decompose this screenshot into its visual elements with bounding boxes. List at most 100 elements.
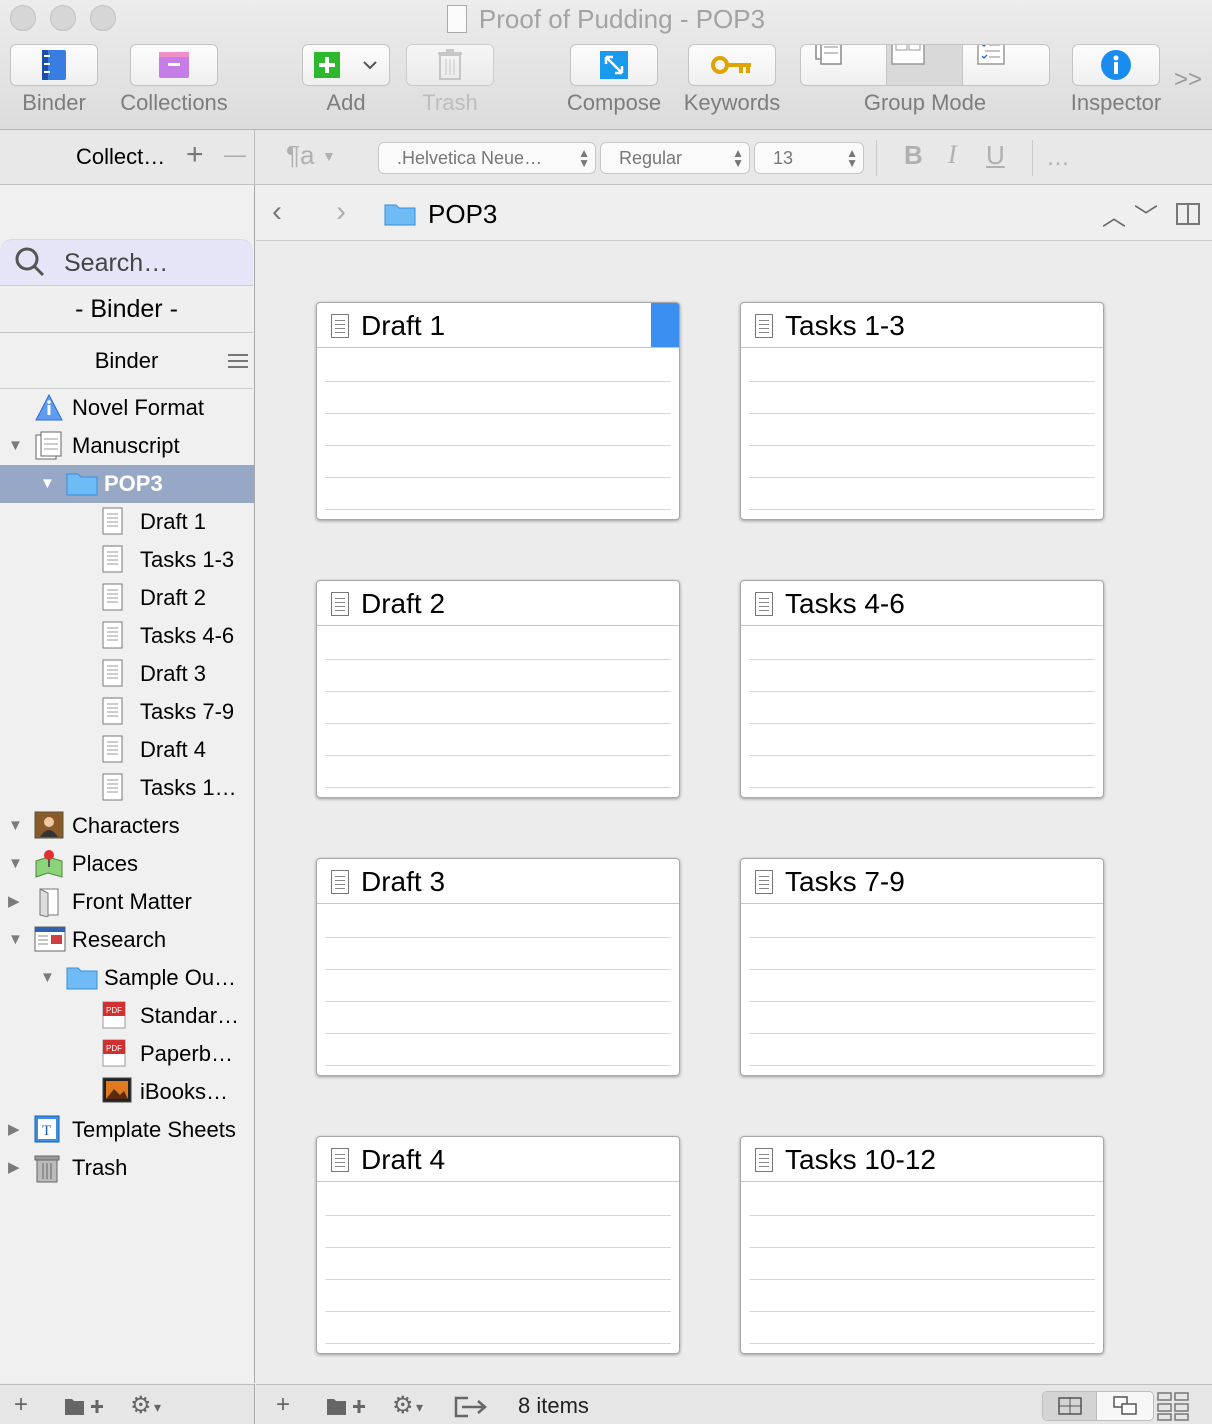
toolbar-overflow-button[interactable]: >> — [1174, 66, 1202, 94]
binder-item[interactable]: ▼ Characters — [0, 807, 254, 845]
card-size-icon[interactable] — [1156, 1391, 1190, 1421]
binder-item[interactable]: Tasks 7-9 — [0, 693, 254, 731]
card-title[interactable]: Tasks 10-12 — [741, 1137, 1103, 1182]
font-size-select[interactable]: 13 ▲ ▼ — [754, 142, 864, 174]
svg-text:PDF: PDF — [106, 1044, 122, 1053]
chevron-up-icon[interactable]: ︿ — [1102, 197, 1126, 232]
binder-button[interactable] — [10, 44, 98, 86]
card-title[interactable]: Draft 2 — [317, 581, 679, 626]
index-card[interactable]: Draft 2 — [316, 580, 680, 798]
binder-item[interactable]: ▼ Places — [0, 845, 254, 883]
trash-button[interactable] — [406, 44, 494, 86]
binder-item[interactable]: ▼ POP3 — [0, 465, 254, 503]
chevron-down-icon[interactable]: ﹀ — [1134, 197, 1158, 232]
binder-item[interactable]: Draft 1 — [0, 503, 254, 541]
binder-item[interactable]: ▶ Front Matter — [0, 883, 254, 921]
compose-button[interactable] — [570, 44, 658, 86]
card-title[interactable]: Tasks 1-3 — [741, 303, 1103, 348]
font-family-select[interactable]: .Helvetica Neue… ▲ ▼ — [378, 142, 596, 174]
chevron-down-icon: ▾ — [154, 1399, 162, 1415]
freeform-view-button[interactable] — [1098, 1392, 1153, 1420]
index-card[interactable]: Tasks 1-3 — [740, 302, 1104, 520]
disclosure-expanded-icon[interactable]: ▼ — [40, 959, 55, 997]
bold-button[interactable]: B — [904, 140, 923, 171]
trash-label: Trash — [422, 90, 478, 115]
keywords-button[interactable] — [688, 44, 776, 86]
index-card[interactable]: Draft 4 — [316, 1136, 680, 1354]
disclosure-expanded-icon[interactable]: ▼ — [8, 921, 23, 959]
group-mode-scrivenings-button[interactable] — [801, 45, 887, 85]
card-rule — [749, 787, 1095, 788]
underline-button[interactable]: U — [986, 140, 1005, 171]
add-card-button[interactable]: + — [276, 1391, 290, 1419]
card-title[interactable]: Tasks 7-9 — [741, 859, 1103, 904]
index-card[interactable]: Draft 3 — [316, 858, 680, 1076]
grid-view-button[interactable] — [1043, 1392, 1097, 1420]
disclosure-expanded-icon[interactable]: ▼ — [40, 465, 55, 503]
menu-icon[interactable] — [228, 353, 248, 369]
add-folder-icon[interactable] — [326, 1395, 366, 1417]
binder-item[interactable]: ▶ T Template Sheets — [0, 1111, 254, 1149]
binder-item[interactable]: Tasks 4-6 — [0, 617, 254, 655]
index-card[interactable]: Tasks 4-6 — [740, 580, 1104, 798]
add-folder-icon[interactable] — [64, 1395, 104, 1417]
add-button[interactable] — [302, 44, 390, 86]
binder-item[interactable]: Tasks 1… — [0, 769, 254, 807]
inspector-button[interactable] — [1072, 44, 1160, 86]
disclosure-collapsed-icon[interactable]: ▶ — [8, 1149, 20, 1187]
card-rule — [325, 755, 671, 756]
group-mode-outliner-button[interactable] — [963, 45, 1049, 85]
binder-item[interactable]: iBooks… — [0, 1073, 254, 1111]
binder-item[interactable]: Novel Format — [0, 389, 254, 427]
binder-item[interactable]: PDF Paperb… — [0, 1035, 254, 1073]
card-rule — [749, 937, 1095, 938]
binder-item[interactable]: Draft 3 — [0, 655, 254, 693]
remove-collection-button[interactable]: — — [224, 142, 246, 168]
binder-search-field[interactable]: Search… — [0, 239, 253, 285]
card-rule — [749, 969, 1095, 970]
card-rule — [325, 937, 671, 938]
index-card[interactable]: Tasks 10-12 — [740, 1136, 1104, 1354]
binder-item[interactable]: Draft 2 — [0, 579, 254, 617]
binder-item-label: Manuscript — [72, 433, 180, 458]
italic-button[interactable]: I — [948, 140, 957, 170]
disclosure-expanded-icon[interactable]: ▼ — [8, 427, 23, 465]
paragraph-style-button[interactable]: ¶a — [286, 140, 314, 171]
binder-item-label: Front Matter — [72, 889, 192, 914]
binder-icon — [42, 50, 66, 80]
binder-item[interactable]: PDF Standar… — [0, 997, 254, 1035]
index-card[interactable]: Tasks 7-9 — [740, 858, 1104, 1076]
group-mode-corkboard-button[interactable] — [887, 45, 963, 85]
back-button[interactable]: ‹ — [272, 195, 282, 229]
card-rule — [325, 413, 671, 414]
card-title[interactable]: Draft 4 — [317, 1137, 679, 1182]
disclosure-collapsed-icon[interactable]: ▶ — [8, 883, 20, 921]
card-rule — [325, 969, 671, 970]
binder-item[interactable]: ▼ Research — [0, 921, 254, 959]
collections-tab[interactable]: Collect… — [76, 144, 165, 170]
disclosure-collapsed-icon[interactable]: ▶ — [8, 1111, 20, 1149]
collections-button[interactable] — [130, 44, 218, 86]
forward-button[interactable]: › — [336, 195, 346, 229]
card-title[interactable]: Draft 3 — [317, 859, 679, 904]
binder-item[interactable]: Draft 4 — [0, 731, 254, 769]
binder-item[interactable]: ▼ Manuscript — [0, 427, 254, 465]
document-icon — [755, 870, 773, 894]
more-format-button[interactable]: … — [1046, 144, 1070, 172]
add-collection-button[interactable]: + — [186, 138, 204, 172]
binder-item[interactable]: ▼ Sample Ou… — [0, 959, 254, 997]
add-item-button[interactable]: + — [14, 1391, 28, 1419]
binder-item[interactable]: Tasks 1-3 — [0, 541, 254, 579]
gear-icon[interactable]: ⚙ — [130, 1391, 152, 1420]
export-icon[interactable] — [454, 1395, 488, 1419]
binder-item[interactable]: ▶ Trash — [0, 1149, 254, 1187]
disclosure-expanded-icon[interactable]: ▼ — [8, 845, 23, 883]
index-card[interactable]: Draft 1 — [316, 302, 680, 520]
font-weight-select[interactable]: Regular ▲ ▼ — [600, 142, 750, 174]
split-view-icon[interactable] — [1176, 203, 1200, 225]
disclosure-expanded-icon[interactable]: ▼ — [8, 807, 23, 845]
card-title[interactable]: Tasks 4-6 — [741, 581, 1103, 626]
card-rule — [749, 659, 1095, 660]
gear-icon[interactable]: ⚙ — [392, 1391, 414, 1420]
card-title[interactable]: Draft 1 — [317, 303, 679, 348]
